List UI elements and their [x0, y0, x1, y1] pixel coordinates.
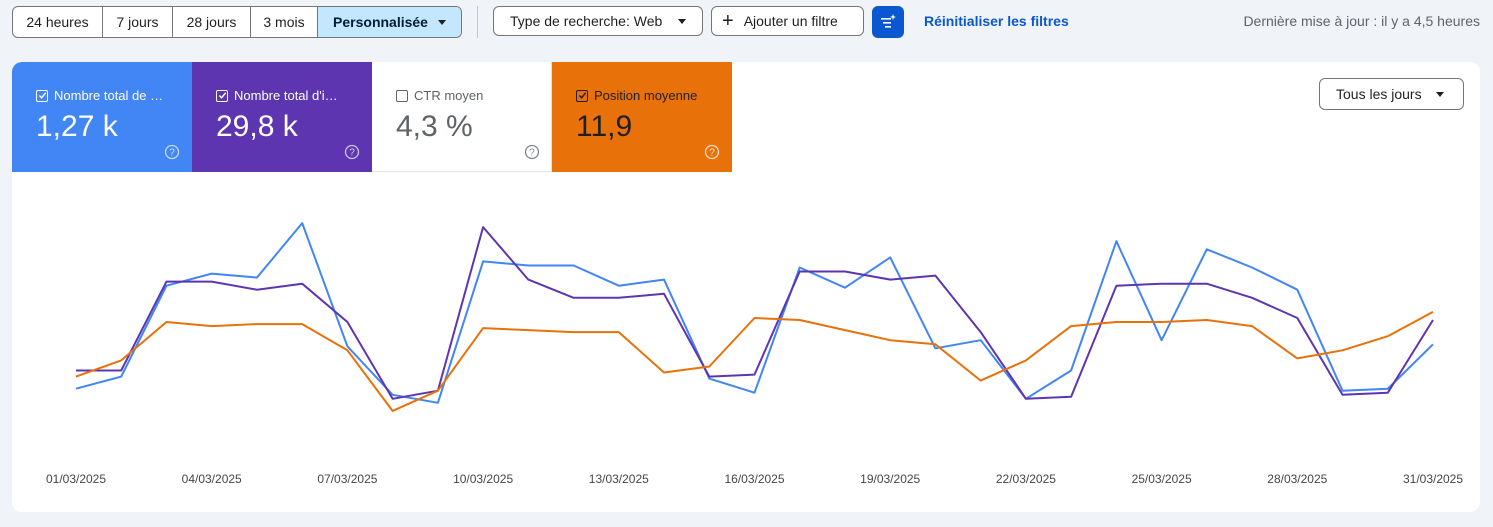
x-tick-label: 16/03/2025: [724, 472, 784, 486]
search-type-dropdown[interactable]: Type de recherche: Web: [493, 6, 703, 36]
range-7d-button[interactable]: 7 jours: [103, 7, 173, 37]
add-filter-label: Ajouter un filtre: [743, 13, 838, 29]
plus-icon: +: [722, 10, 734, 32]
toolbar: 24 heures 7 jours 28 jours 3 mois Person…: [0, 0, 1493, 44]
x-tick-label: 19/03/2025: [860, 472, 920, 486]
last-update-text: Dernière mise à jour : il y a 4,5 heures: [1243, 13, 1480, 29]
x-tick-label: 22/03/2025: [996, 472, 1056, 486]
range-custom-label: Personnalisée: [333, 14, 428, 30]
series-line-2: [75, 311, 1434, 412]
x-tick-label: 04/03/2025: [182, 472, 242, 486]
range-custom-dropdown[interactable]: Personnalisée: [318, 7, 461, 37]
reset-filters-link[interactable]: Réinitialiser les filtres: [924, 13, 1069, 29]
range-24h-button[interactable]: 24 heures: [13, 7, 103, 37]
date-range-segmented-control: 24 heures 7 jours 28 jours 3 mois Person…: [12, 6, 462, 38]
add-filter-button[interactable]: + Ajouter un filtre: [711, 6, 864, 36]
x-tick-label: 07/03/2025: [317, 472, 377, 486]
chevron-down-icon: [437, 19, 446, 25]
x-tick-label: 10/03/2025: [453, 472, 513, 486]
chevron-down-icon: [678, 18, 687, 24]
range-3m-button[interactable]: 3 mois: [251, 7, 318, 37]
search-type-label: Type de recherche: Web: [510, 13, 663, 29]
series-line-1: [76, 226, 1434, 400]
range-28d-button[interactable]: 28 jours: [173, 7, 251, 37]
x-tick-label: 31/03/2025: [1403, 472, 1463, 486]
series-line-0: [75, 222, 1434, 404]
toolbar-divider: [477, 6, 478, 38]
x-tick-label: 01/03/2025: [46, 472, 106, 486]
performance-line-chart: 01/03/2025 04/03/2025 07/03/2025 10/03/2025…: [46, 222, 1463, 486]
performance-card: Nombre total de clics 1,27 k ? Nombre to…: [12, 62, 1480, 512]
x-tick-label: 28/03/2025: [1267, 472, 1327, 486]
filter-sparkle-icon: [881, 14, 896, 28]
x-tick-label: 13/03/2025: [589, 472, 649, 486]
filter-settings-button[interactable]: [872, 6, 904, 38]
x-tick-label: 25/03/2025: [1132, 472, 1192, 486]
